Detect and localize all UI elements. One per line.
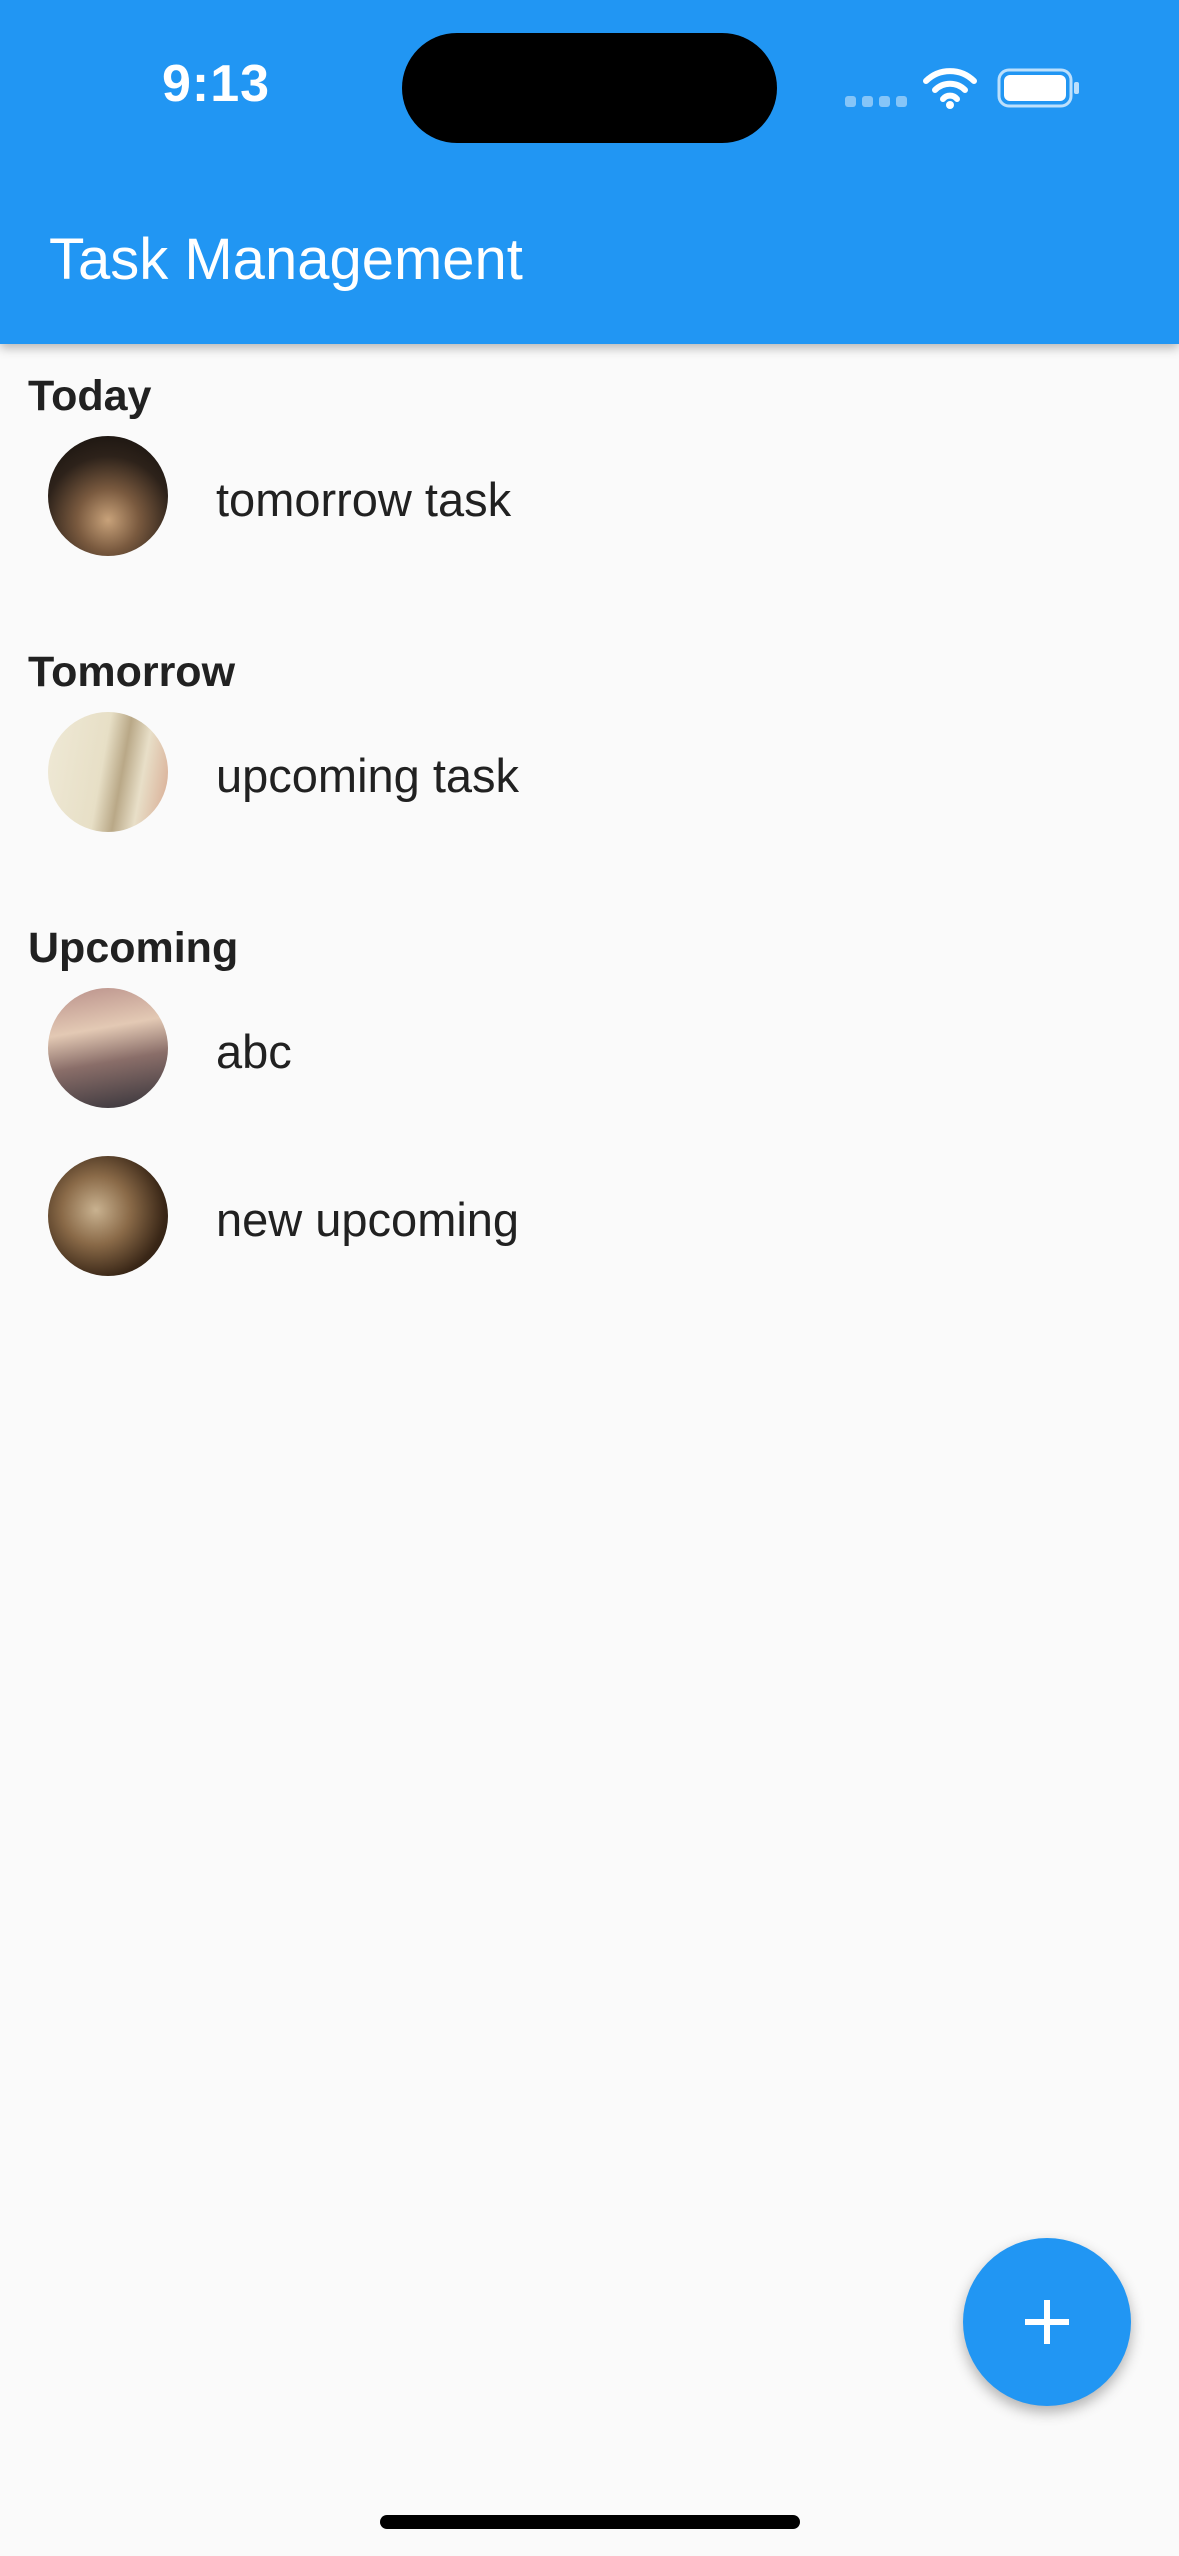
dynamic-island [402,33,777,143]
list-item[interactable]: tomorrow task [0,412,1179,580]
list-item[interactable]: abc [0,964,1179,1132]
app-bar: 9:13 Task Management [0,0,1179,344]
task-avatar [48,1156,168,1276]
task-avatar [48,712,168,832]
wifi-icon [923,68,977,109]
signal-icon [845,96,907,107]
task-title: upcoming task [216,749,520,802]
task-title: abc [216,1025,292,1078]
plus-icon [1025,2300,1069,2344]
battery-icon [997,68,1079,108]
task-avatar [48,436,168,556]
list-item[interactable]: upcoming task [0,688,1179,856]
list-item[interactable]: new upcoming [0,1132,1179,1300]
add-task-button[interactable] [963,2238,1131,2406]
home-indicator [380,2515,800,2529]
task-title: new upcoming [216,1193,520,1246]
status-time: 9:13 [162,55,271,113]
page-title: Task Management [49,227,523,292]
task-avatar [48,988,168,1108]
task-title: tomorrow task [216,473,512,526]
